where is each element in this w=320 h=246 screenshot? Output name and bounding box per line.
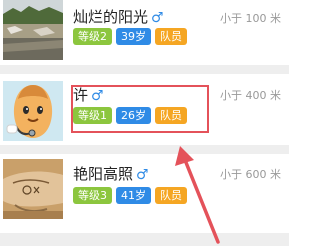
distance-label: 小于 600 米 (220, 168, 281, 181)
highlight-box (71, 85, 209, 133)
age-badge: 39岁 (116, 28, 151, 45)
user-avatar[interactable] (3, 159, 63, 219)
age-badge: 41岁 (116, 187, 151, 204)
user-name-row: 灿烂的阳光 ♂ (73, 6, 164, 27)
landscape-photo-avatar (3, 0, 63, 60)
distance-label: 小于 100 米 (220, 12, 281, 25)
level-badge: 等级2 (73, 28, 112, 45)
arm-tattoo-photo-avatar (3, 159, 63, 219)
user-avatar[interactable] (3, 0, 63, 60)
user-badges: 等级3 41岁 队员 (73, 184, 191, 204)
user-name: 灿烂的阳光 (73, 8, 149, 26)
user-list-item[interactable]: 灿烂的阳光 ♂ 等级2 39岁 队员 小于 100 米 (0, 0, 289, 65)
user-avatar[interactable] (3, 81, 63, 141)
distance-label: 小于 400 米 (220, 89, 281, 102)
cartoon-doctor-avatar (3, 81, 63, 141)
user-name-row: 艳阳高照 ♂ (73, 163, 149, 184)
level-badge: 等级3 (73, 187, 112, 204)
list-divider (0, 65, 289, 74)
male-icon: ♂ (136, 167, 149, 183)
user-list-item[interactable]: 艳阳高照 ♂ 等级3 41岁 队员 小于 600 米 (0, 154, 289, 233)
role-badge: 队员 (155, 187, 187, 204)
male-icon: ♂ (151, 10, 164, 26)
role-badge: 队员 (155, 28, 187, 45)
user-badges: 等级2 39岁 队员 (73, 25, 191, 45)
user-name: 艳阳高照 (73, 165, 134, 183)
list-divider (0, 233, 289, 246)
list-divider (0, 145, 289, 154)
